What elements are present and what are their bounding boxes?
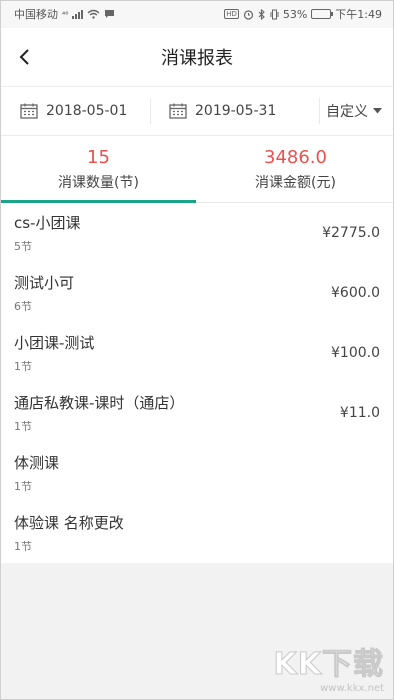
hd-icon: HD [224, 9, 239, 19]
battery-icon [311, 9, 334, 19]
class-amount-label: 消课金额(元) [255, 174, 336, 191]
course-count: 1节 [14, 480, 32, 493]
class-count-value: 15 [87, 146, 110, 168]
alarm-icon [243, 9, 253, 20]
caret-down-icon [373, 108, 382, 114]
end-date-picker[interactable]: 2019-05-31 [151, 98, 320, 124]
carrier-label: 中国移动 [14, 8, 58, 21]
course-name: 通店私教课-课时（通店） [14, 394, 185, 412]
course-name: cs-小团课 [14, 214, 81, 232]
back-button[interactable] [18, 28, 48, 86]
custom-range-label: 自定义 [326, 104, 368, 120]
class-count-label: 消课数量(节) [58, 174, 139, 191]
status-right: HD 53% 下午1:49 [224, 6, 382, 22]
list-item[interactable]: 测试小可 6节 ¥600.0 [0, 263, 394, 323]
status-left: 中国移动 ⁴⁶ [14, 6, 115, 22]
course-name: 体测课 [14, 454, 60, 472]
active-tab-indicator [0, 200, 196, 203]
wifi-icon [87, 9, 100, 19]
course-name: 小团课-测试 [14, 334, 95, 352]
watermark: KK下载 www.kkx.net [273, 639, 384, 695]
page-title: 消课报表 [161, 48, 233, 69]
course-amount: ¥100.0 [331, 345, 380, 361]
course-amount: ¥2775.0 [322, 225, 380, 241]
list-item[interactable]: 小团课-测试 1节 ¥100.0 [0, 323, 394, 383]
course-count: 6节 [14, 300, 32, 313]
tab-class-count[interactable]: 15 消课数量(节) [0, 136, 197, 202]
course-count: 1节 [14, 420, 32, 433]
status-bar: 中国移动 ⁴⁶ HD 53% 下午1:49 [0, 0, 394, 28]
course-amount: ¥600.0 [331, 285, 380, 301]
bluetooth-icon [258, 8, 265, 20]
start-date-picker[interactable]: 2018-05-01 [0, 98, 151, 124]
calendar-icon [20, 103, 38, 119]
course-list: cs-小团课 5节 ¥2775.0 测试小可 6节 ¥600.0 小团课-测试 … [0, 203, 394, 563]
custom-range-dropdown[interactable]: 自定义 [320, 101, 394, 121]
message-icon [105, 10, 115, 18]
network-type: ⁴⁶ [62, 9, 69, 19]
watermark-logo: KK下载 [273, 647, 384, 683]
vibrate-icon [270, 9, 279, 19]
course-name: 测试小可 [14, 274, 75, 292]
list-item[interactable]: cs-小团课 5节 ¥2775.0 [0, 203, 394, 263]
nav-bar: 消课报表 [0, 28, 394, 87]
battery-percent: 53% [282, 7, 308, 21]
date-range-bar: 2018-05-01 2019-05-31 自定义 [0, 87, 394, 136]
course-name: 体验课 名称更改 [14, 514, 124, 532]
course-count: 1节 [14, 540, 32, 553]
course-amount: ¥11.0 [339, 405, 380, 421]
watermark-url: www.kkx.net [320, 683, 384, 694]
clock: 下午1:49 [335, 8, 382, 21]
signal-icon [72, 9, 84, 19]
class-amount-value: 3486.0 [264, 146, 327, 168]
back-arrow-icon [19, 49, 29, 65]
tab-class-amount[interactable]: 3486.0 消课金额(元) [197, 136, 394, 202]
calendar-icon [169, 103, 187, 119]
end-date-value: 2019-05-31 [195, 103, 277, 119]
list-item[interactable]: 体测课 1节 [0, 443, 394, 503]
start-date-value: 2018-05-01 [46, 103, 128, 119]
list-item[interactable]: 体验课 名称更改 1节 [0, 503, 394, 563]
course-count: 5节 [14, 240, 32, 253]
list-item[interactable]: 通店私教课-课时（通店） 1节 ¥11.0 [0, 383, 394, 443]
summary-tabs: 15 消课数量(节) 3486.0 消课金额(元) [0, 136, 394, 203]
course-count: 1节 [14, 360, 32, 373]
